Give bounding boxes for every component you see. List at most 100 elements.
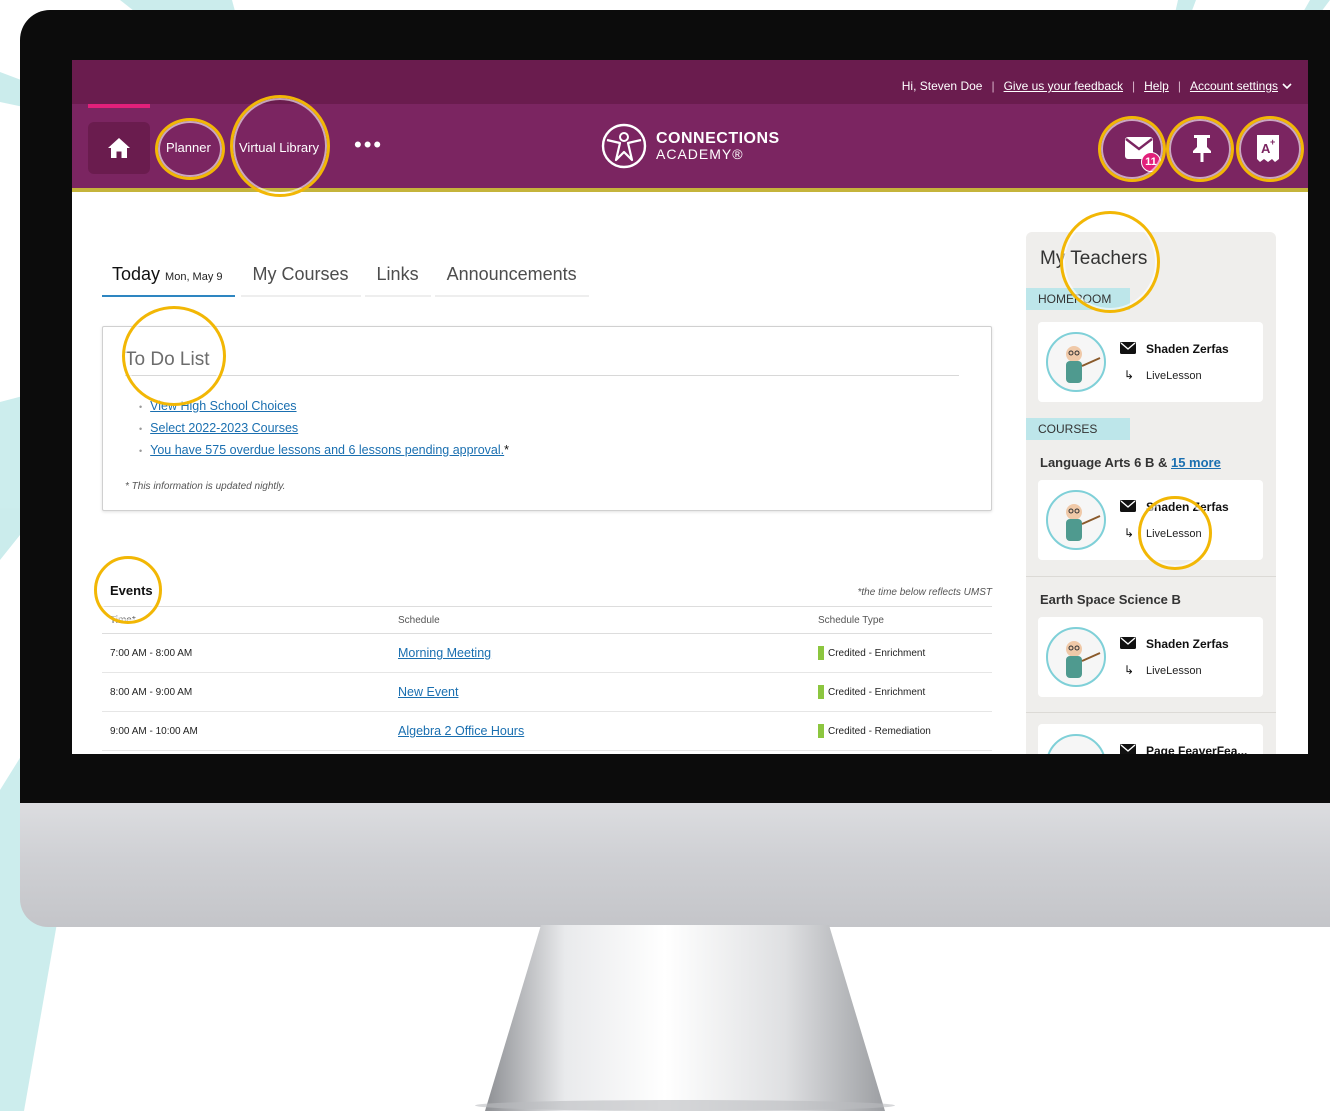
event-type: Credited - Enrichment	[818, 646, 925, 660]
todo-footnote: * This information is updated nightly.	[125, 481, 286, 492]
utility-links: Hi, Steven Doe | Give us your feedback |…	[902, 79, 1292, 93]
separator: |	[1177, 79, 1181, 93]
teacher-name[interactable]: Shaden Zerfas	[1146, 342, 1229, 356]
column-header-schedule: Schedule	[398, 615, 440, 626]
table-row: 9:00 AM - 10:00 AM Algebra 2 Office Hour…	[102, 712, 992, 751]
todo-link[interactable]: You have 575 overdue lessons and 6 lesso…	[150, 443, 504, 457]
teacher-name[interactable]: Page FeaverFea...	[1146, 744, 1247, 754]
livelesson-link[interactable]: LiveLesson	[1146, 665, 1202, 677]
teacher-avatar-icon	[1066, 346, 1101, 383]
stand-shadow	[475, 1100, 895, 1111]
logo-line-2: ACADEMY®	[656, 146, 744, 162]
highlight-ring-messages	[1098, 116, 1166, 182]
event-type: Credited - Remediation	[818, 724, 931, 738]
teacher-avatar-icon	[1066, 641, 1101, 678]
divider	[1026, 712, 1276, 713]
teacher-avatar	[1046, 734, 1106, 754]
user-greeting: Hi, Steven Doe	[901, 79, 983, 93]
teacher-card: Shaden Zerfas ↳ LiveLesson	[1038, 617, 1263, 697]
event-time: 9:00 AM - 10:00 AM	[110, 726, 198, 737]
tab-links[interactable]: Links	[364, 258, 431, 297]
tab-today[interactable]: Today Mon, May 9	[102, 258, 235, 297]
utility-bar: Hi, Steven Doe | Give us your feedback |…	[72, 60, 1308, 104]
mail-icon[interactable]	[1120, 500, 1136, 512]
account-settings-link[interactable]: Account settings	[1190, 79, 1278, 93]
divider	[1026, 576, 1276, 577]
highlight-ring-livelesson	[1138, 496, 1212, 570]
teacher-card: Shaden Zerfas ↳ LiveLesson	[1038, 322, 1263, 402]
home-icon	[108, 138, 130, 158]
monitor-chin	[20, 803, 1330, 927]
type-swatch	[818, 685, 824, 699]
highlight-ring-events	[94, 556, 162, 624]
event-type-label: Credited - Remediation	[828, 725, 931, 737]
table-row: 7:00 AM - 8:00 AM Morning Meeting Credit…	[102, 634, 992, 673]
events-table-header: Time* Schedule Schedule Type	[102, 606, 992, 634]
event-type-label: Credited - Enrichment	[828, 686, 926, 698]
event-type-label: Credited - Enrichment	[828, 647, 926, 659]
separator: |	[991, 79, 995, 93]
livelesson-icon: ↳	[1124, 368, 1135, 382]
todo-card: To Do List • View High School Choices • Se…	[102, 326, 992, 511]
course-name: Language Arts 6 B &	[1040, 455, 1171, 470]
separator: |	[1132, 79, 1136, 93]
teacher-name[interactable]: Shaden Zerfas	[1146, 637, 1229, 651]
column-header-schedule-type: Schedule Type	[818, 615, 884, 626]
livelesson-link[interactable]: LiveLesson	[1146, 370, 1202, 382]
list-item: • You have 575 overdue lessons and 6 less…	[139, 443, 509, 457]
more-courses-link[interactable]: 15 more	[1171, 455, 1221, 470]
academy-logo-icon	[601, 123, 647, 169]
my-teachers-panel: My Teachers HOMEROOM Shaden Zerfas ↳ Liv…	[1026, 232, 1276, 754]
bullet: •	[139, 402, 143, 412]
chevron-down-icon[interactable]	[1282, 82, 1292, 90]
list-item: • Select 2022-2023 Courses	[139, 421, 509, 435]
logo-line-1: CONNECTIONS	[656, 130, 780, 147]
highlight-ring-grades	[1236, 116, 1304, 182]
highlight-ring-virtual-library	[230, 95, 330, 197]
logo-text: CONNECTIONS ACADEMY®	[656, 130, 780, 162]
more-menu-button[interactable]: •••	[354, 132, 383, 158]
todo-link[interactable]: Select 2022-2023 Courses	[150, 421, 298, 435]
mail-icon[interactable]	[1120, 342, 1136, 354]
event-link[interactable]: New Event	[398, 685, 458, 699]
events-timezone-note: *the time below reflects UMST	[857, 587, 993, 598]
todo-asterisk: *	[504, 443, 509, 457]
teacher-avatar-icon	[1066, 504, 1101, 541]
type-swatch	[818, 646, 824, 660]
help-link[interactable]: Help	[1144, 79, 1169, 93]
teacher-card: Page FeaverFea...	[1038, 724, 1263, 754]
event-link[interactable]: Morning Meeting	[398, 646, 491, 660]
mail-icon[interactable]	[1120, 744, 1136, 754]
event-time: 7:00 AM - 8:00 AM	[110, 648, 193, 659]
active-nav-indicator	[88, 104, 150, 108]
courses-label: COURSES	[1026, 418, 1130, 440]
tab-announcements[interactable]: Announcements	[434, 258, 589, 297]
course-title: Language Arts 6 B & 15 more	[1040, 455, 1221, 470]
event-time: 8:00 AM - 9:00 AM	[110, 687, 193, 698]
livelesson-icon: ↳	[1124, 663, 1135, 677]
teacher-avatar	[1046, 490, 1106, 550]
type-swatch	[818, 724, 824, 738]
bullet: •	[139, 424, 143, 434]
feedback-link[interactable]: Give us your feedback	[1004, 79, 1123, 93]
livelesson-icon: ↳	[1124, 526, 1135, 540]
promo-stage: Hi, Steven Doe | Give us your feedback |…	[0, 0, 1330, 1111]
tab-today-label: Today	[112, 264, 161, 284]
tab-my-courses[interactable]: My Courses	[240, 258, 361, 297]
event-link[interactable]: Algebra 2 Office Hours	[398, 724, 524, 738]
todo-list: • View High School Choices • Select 2022-2…	[139, 399, 509, 465]
highlight-ring-todo	[122, 306, 226, 406]
connections-academy-logo[interactable]: CONNECTIONS ACADEMY®	[600, 122, 780, 170]
teacher-avatar	[1046, 627, 1106, 687]
mail-icon[interactable]	[1120, 637, 1136, 649]
monitor-stand	[485, 925, 885, 1111]
highlight-ring-planner	[155, 118, 225, 180]
event-type: Credited - Enrichment	[818, 685, 925, 699]
highlight-ring-pinned	[1166, 116, 1234, 182]
highlight-ring-my-teachers	[1060, 211, 1160, 313]
home-button[interactable]	[88, 122, 150, 174]
table-row: 8:00 AM - 9:00 AM New Event Credited - E…	[102, 673, 992, 712]
divider	[125, 375, 959, 376]
dashboard-tabs: Today Mon, May 9 My Courses Links Announc…	[102, 258, 589, 297]
course-title: Earth Space Science B	[1040, 592, 1181, 607]
